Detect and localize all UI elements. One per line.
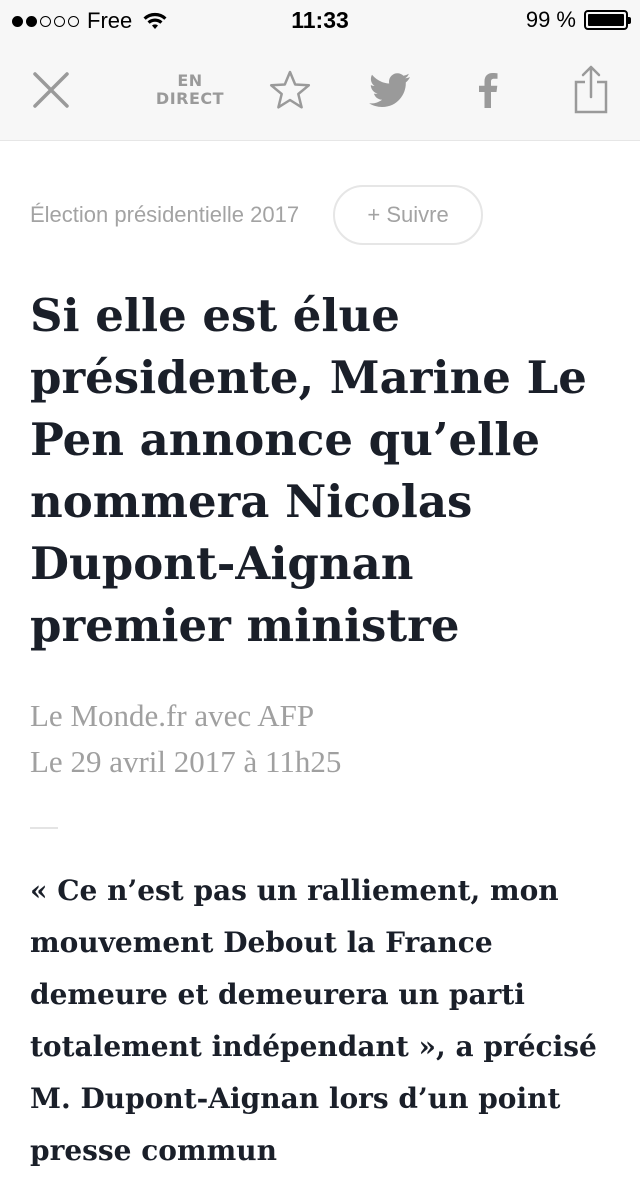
live-button[interactable]: EN DIRECT [155, 40, 225, 140]
close-button[interactable] [28, 40, 74, 140]
status-bar: Free 11:33 99 % [0, 0, 640, 40]
article-lead: « Ce n’est pas un ralliement, mon mouvem… [30, 874, 597, 1167]
facebook-icon [479, 73, 498, 108]
battery-level [588, 14, 624, 26]
article-date: Le 29 avril 2017 à 11h25 [30, 744, 342, 779]
twitter-share-button[interactable] [366, 40, 414, 140]
article-headline: Si elle est élue présidente, Marine Le P… [30, 289, 587, 652]
topic-row: Élection présidentielle 2017 + Suivre [30, 185, 484, 245]
status-right: 99 % [525, 7, 631, 33]
favorite-button[interactable] [266, 40, 314, 140]
article-toolbar: EN DIRECT [0, 40, 640, 141]
facebook-share-button[interactable] [470, 40, 506, 140]
divider [30, 827, 58, 829]
share-button[interactable] [568, 40, 614, 140]
follow-button[interactable]: + Suivre [333, 185, 484, 245]
twitter-icon [369, 73, 410, 107]
close-icon [33, 72, 69, 108]
topic-link[interactable]: Élection présidentielle 2017 [30, 202, 299, 228]
article-byline: Le Monde.fr avec AFP Le 29 avril 2017 à … [30, 693, 610, 785]
star-icon [269, 70, 311, 109]
article-source: Le Monde.fr avec AFP [30, 698, 315, 733]
share-icon [574, 65, 608, 114]
live-label: EN DIRECT [155, 71, 225, 108]
battery-percentage: 99 % [525, 7, 576, 32]
battery-icon [584, 10, 631, 30]
